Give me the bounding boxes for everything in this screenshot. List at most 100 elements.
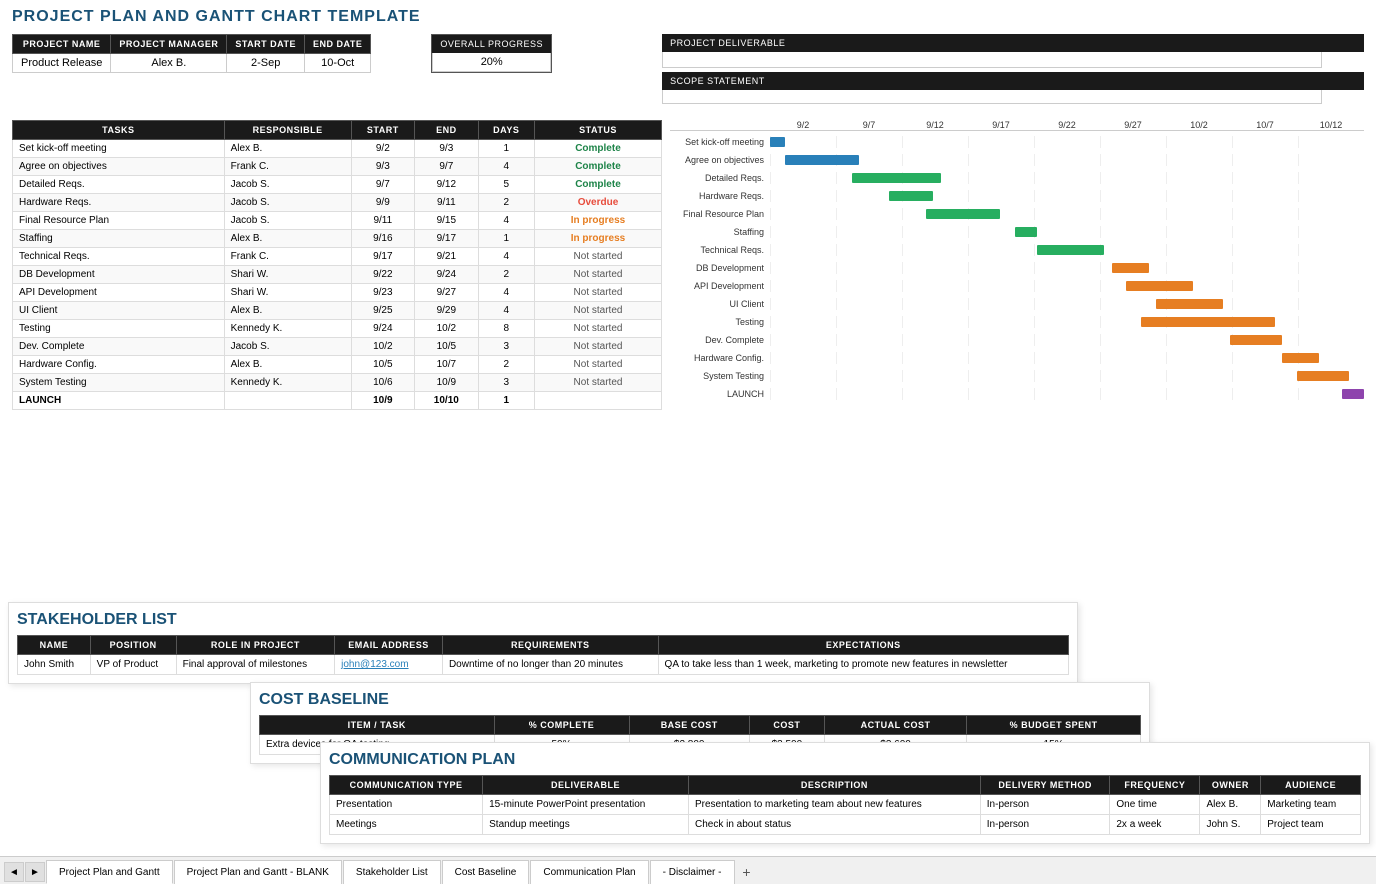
task-responsible: Frank C. (224, 158, 351, 176)
gantt-timeline (770, 226, 1364, 238)
task-days: 3 (478, 374, 534, 392)
task-end: 9/21 (415, 248, 478, 266)
comm-card: COMMUNICATION PLAN COMMUNICATION TYPEDEL… (320, 742, 1370, 844)
gantt-bar (1037, 245, 1104, 255)
content-area: TASKS RESPONSIBLE START END DAYS STATUS … (0, 120, 1376, 410)
gantt-bar (1282, 353, 1319, 363)
task-status: Not started (534, 356, 661, 374)
gantt-row-label: Final Resource Plan (670, 209, 770, 219)
progress-box: OVERALL PROGRESS 20% (431, 34, 552, 73)
gantt-row-label: Dev. Complete (670, 335, 770, 345)
task-start: 9/2 (351, 140, 414, 158)
task-status: In progress (534, 212, 661, 230)
tab-nav-right[interactable]: ► (25, 862, 45, 882)
gantt-row-label: Technical Reqs. (670, 245, 770, 255)
task-end: 10/10 (415, 392, 478, 410)
gantt-row-label: API Development (670, 281, 770, 291)
tab-item[interactable]: Project Plan and Gantt - BLANK (174, 860, 342, 884)
gantt-timeline (770, 388, 1364, 400)
page-title: PROJECT PLAN AND GANTT CHART TEMPLATE (12, 8, 1364, 26)
task-responsible: Jacob S. (224, 194, 351, 212)
comm-deliverable: Standup meetings (483, 815, 689, 835)
sh-position: VP of Product (90, 655, 176, 675)
task-days: 4 (478, 212, 534, 230)
tab-nav-left[interactable]: ◄ (4, 862, 24, 882)
tasks-table: TASKS RESPONSIBLE START END DAYS STATUS … (12, 120, 662, 410)
gantt-bar (926, 209, 1000, 219)
task-status: Complete (534, 158, 661, 176)
task-end: 9/7 (415, 158, 478, 176)
tasks-col-task: TASKS (13, 121, 225, 140)
gantt-bar (785, 155, 859, 165)
comm-col-header: AUDIENCE (1261, 776, 1361, 795)
tab-item[interactable]: Cost Baseline (442, 860, 530, 884)
task-start: 9/3 (351, 158, 414, 176)
task-start: 10/6 (351, 374, 414, 392)
task-end: 9/29 (415, 302, 478, 320)
tab-item[interactable]: - Disclaimer - (650, 860, 735, 884)
gantt-timeline (770, 352, 1364, 364)
gantt-bar (889, 191, 934, 201)
gantt-row-label: Agree on objectives (670, 155, 770, 165)
task-responsible: Shari W. (224, 284, 351, 302)
gantt-date: 10/12 (1298, 120, 1364, 130)
comm-row: Meetings Standup meetings Check in about… (330, 815, 1361, 835)
task-responsible: Alex B. (224, 356, 351, 374)
tab-item[interactable]: Stakeholder List (343, 860, 441, 884)
gantt-section: 9/29/79/129/179/229/2710/210/710/12 Set … (670, 120, 1364, 410)
gantt-date: 10/7 (1232, 120, 1298, 130)
gantt-row: Set kick-off meeting (670, 133, 1364, 150)
task-start: 10/2 (351, 338, 414, 356)
task-days: 8 (478, 320, 534, 338)
scope-box: SCOPE STATEMENT (662, 72, 1364, 104)
scope-header: SCOPE STATEMENT (662, 72, 1364, 90)
task-start: 10/9 (351, 392, 414, 410)
task-name: UI Client (13, 302, 225, 320)
task-days: 2 (478, 266, 534, 284)
gantt-row: Final Resource Plan (670, 205, 1364, 222)
tasks-col-responsible: RESPONSIBLE (224, 121, 351, 140)
gantt-date: 9/2 (770, 120, 836, 130)
task-days: 1 (478, 140, 534, 158)
project-start-value: 2-Sep (227, 54, 305, 73)
task-days: 1 (478, 230, 534, 248)
task-end: 9/3 (415, 140, 478, 158)
task-name: Testing (13, 320, 225, 338)
gantt-timeline (770, 154, 1364, 166)
tab-add-button[interactable]: + (736, 861, 758, 883)
task-end: 10/7 (415, 356, 478, 374)
task-status: Not started (534, 266, 661, 284)
task-start: 9/11 (351, 212, 414, 230)
task-name: LAUNCH (13, 392, 225, 410)
col-manager: PROJECT MANAGER (111, 35, 227, 54)
gantt-row: Testing (670, 313, 1364, 330)
tasks-col-end: END (415, 121, 478, 140)
gantt-row: Staffing (670, 223, 1364, 240)
comm-type: Meetings (330, 815, 483, 835)
col-project-name: PROJECT NAME (13, 35, 111, 54)
gantt-row-label: Detailed Reqs. (670, 173, 770, 183)
task-name: API Development (13, 284, 225, 302)
task-days: 4 (478, 158, 534, 176)
right-boxes: PROJECT DELIVERABLE SCOPE STATEMENT (662, 34, 1364, 108)
gantt-timeline (770, 280, 1364, 292)
task-status: Overdue (534, 194, 661, 212)
tasks-col-status: STATUS (534, 121, 661, 140)
task-end: 9/17 (415, 230, 478, 248)
task-status: Not started (534, 302, 661, 320)
stakeholder-table: NAMEPOSITIONROLE IN PROJECTEMAIL ADDRESS… (17, 635, 1069, 675)
task-name: Final Resource Plan (13, 212, 225, 230)
comm-owner: John S. (1200, 815, 1261, 835)
tab-item[interactable]: Communication Plan (530, 860, 648, 884)
tab-item[interactable]: Project Plan and Gantt (46, 860, 173, 884)
task-name: Technical Reqs. (13, 248, 225, 266)
gantt-bar (1112, 263, 1149, 273)
task-start: 10/5 (351, 356, 414, 374)
gantt-date: 9/22 (1034, 120, 1100, 130)
cost-col-header: ITEM / TASK (260, 716, 495, 735)
task-end: 9/11 (415, 194, 478, 212)
gantt-row: System Testing (670, 367, 1364, 384)
task-status: Not started (534, 374, 661, 392)
cost-col-header: % BUDGET SPENT (967, 716, 1141, 735)
tasks-section: TASKS RESPONSIBLE START END DAYS STATUS … (12, 120, 662, 410)
